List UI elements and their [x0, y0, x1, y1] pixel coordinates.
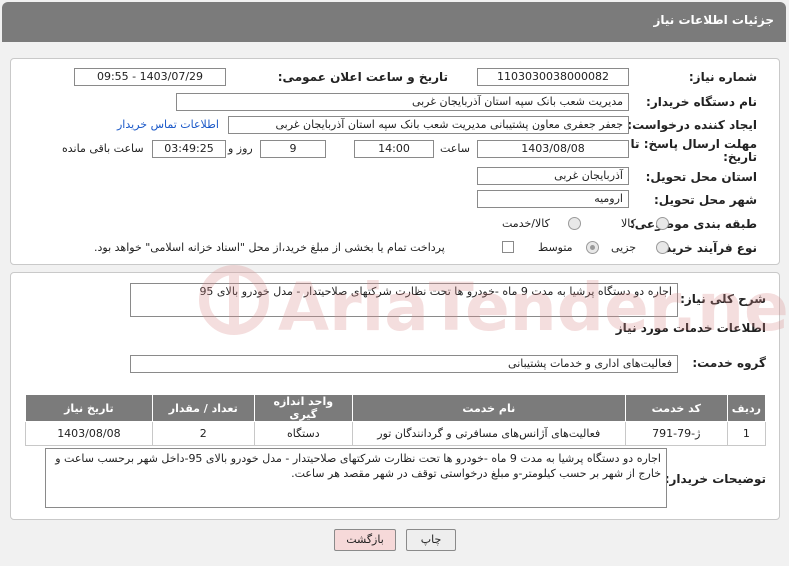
announce-datetime-field: 1403/07/29 - 09:55 [74, 68, 226, 86]
buyer-org-label: نام دستگاه خریدار: [646, 95, 757, 109]
category-goods-radio[interactable] [656, 217, 669, 230]
days-label: روز و [228, 142, 253, 155]
need-info-panel [10, 58, 780, 265]
category-goods-service-radio[interactable] [568, 217, 581, 230]
column-header-qty: تعداد / مقدار [151, 394, 255, 422]
column-header-name: نام خدمت [351, 394, 626, 422]
deadline-date-field: 1403/08/08 [477, 140, 629, 158]
cell-row: 1 [726, 421, 767, 446]
treasury-checkbox[interactable] [502, 241, 514, 253]
deadline-time-field: 14:00 [354, 140, 434, 158]
need-number-field: 1103030038000082 [477, 68, 629, 86]
description-label: شرح کلی نیاز: [680, 292, 766, 306]
services-table: ردیف کد خدمت نام خدمت واحد اندازه گیری ت… [25, 394, 767, 446]
delivery-province-field: آذربایجان غربی [477, 167, 629, 185]
days-remaining-field: 9 [260, 140, 326, 158]
table-row: 1 ژ-79-791 فعالیت‌های آژانس‌های مسافرتی … [25, 421, 767, 446]
cell-name: فعالیت‌های آژانس‌های مسافرتی و گردانندگا… [351, 421, 626, 446]
purchase-type-minor-label: جزیی [611, 241, 637, 254]
delivery-city-field: ارومیه [477, 190, 629, 208]
purchase-type-minor-radio[interactable] [656, 241, 669, 254]
cell-qty: 2 [151, 421, 255, 446]
column-header-row: ردیف [726, 394, 767, 422]
page-title: جزئیات اطلاعات نیاز [653, 13, 774, 27]
cell-unit: دستگاه [253, 421, 353, 446]
back-button[interactable]: بازگشت [334, 529, 396, 551]
page-header: جزئیات اطلاعات نیاز [2, 2, 786, 42]
buyer-contact-link[interactable]: اطلاعات تماس خریدار [117, 118, 219, 131]
service-group-label: گروه خدمت: [692, 356, 766, 370]
buyer-notes-label: توضیحات خریدار: [664, 472, 766, 486]
purchase-type-medium-label: متوسط [538, 241, 573, 254]
purchase-type-label: نوع فرآیند خرید : [656, 241, 757, 255]
deadline-time-label: ساعت [440, 142, 470, 155]
buyer-org-field: مدیریت شعب بانک سپه استان آذربایجان غربی [176, 93, 629, 111]
need-number-label: شماره نیاز: [688, 70, 757, 84]
print-button[interactable]: چاپ [406, 529, 456, 551]
deadline-label-2: تاریخ: [723, 150, 757, 164]
services-section-title: اطلاعات خدمات مورد نیاز [615, 321, 766, 335]
column-header-code: کد خدمت [624, 394, 728, 422]
delivery-city-label: شهر محل تحویل: [653, 193, 757, 207]
remaining-time-field: 03:49:25 [152, 140, 226, 158]
announce-datetime-label: تاریخ و ساعت اعلان عمومی: [277, 70, 448, 84]
delivery-province-label: استان محل تحویل: [645, 170, 757, 184]
category-label: طبقه بندی موضوعی: [629, 217, 757, 231]
services-table-header: ردیف کد خدمت نام خدمت واحد اندازه گیری ت… [25, 394, 767, 422]
service-group-field: فعالیت‌های اداری و خدمات پشتیبانی [130, 355, 678, 373]
category-goods-label: کالا [621, 217, 636, 230]
column-header-unit: واحد اندازه گیری [253, 394, 353, 422]
purchase-type-medium-radio[interactable] [586, 241, 599, 254]
cell-date: 1403/08/08 [25, 421, 153, 446]
remaining-time-label: ساعت باقی مانده [62, 142, 144, 155]
requester-label: ایجاد کننده درخواست: [627, 118, 757, 132]
column-header-date: تاریخ نیاز [25, 394, 153, 422]
deadline-label-1: مهلت ارسال پاسخ: تا [630, 137, 758, 151]
treasury-note: پرداخت تمام یا بخشی از مبلغ خرید،از محل … [94, 241, 445, 254]
requester-field: جعفر جعفری معاون پشتیبانی مدیریت شعب بان… [228, 116, 629, 134]
description-field: اجاره دو دستگاه پرشیا به مدت 9 ماه -خودر… [130, 283, 678, 317]
cell-code: ژ-79-791 [624, 421, 728, 446]
category-goods-service-label: کالا/خدمت [502, 217, 550, 230]
buyer-notes-field: اجاره دو دستگاه پرشیا به مدت 9 ماه -خودر… [45, 448, 667, 508]
